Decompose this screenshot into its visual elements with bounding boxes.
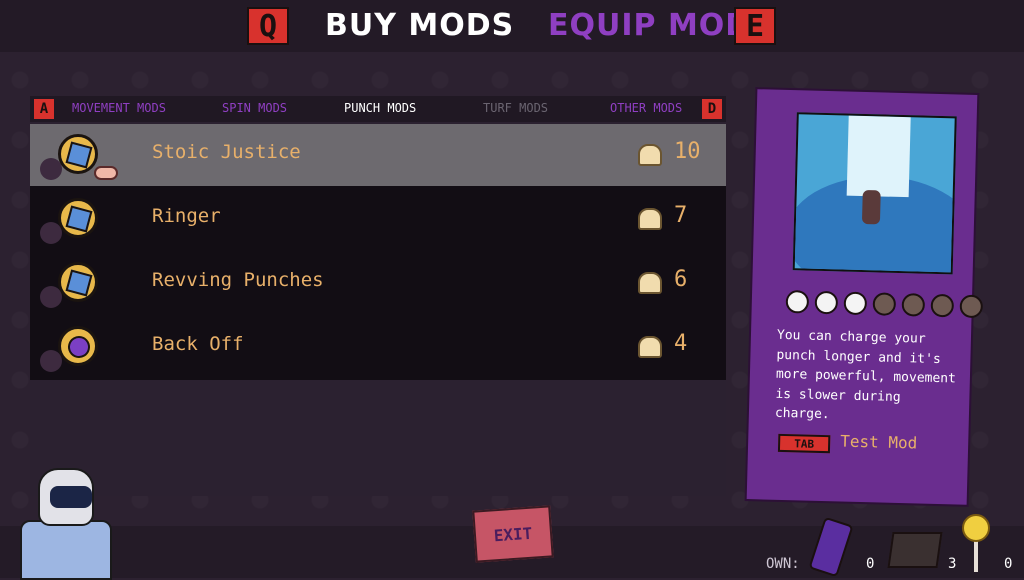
ringer-icon [58, 198, 98, 238]
mod-name: Stoic Justice [152, 141, 301, 163]
charge-level-meter [785, 290, 984, 319]
mod-price: 4 [674, 331, 688, 356]
d-key-badge[interactable]: D [702, 99, 722, 119]
mod-preview-image [792, 112, 957, 275]
mummy-mascot-icon [14, 468, 114, 580]
charge-dot [785, 290, 810, 314]
cake-count: 3 [948, 556, 957, 572]
own-label: OWN: [766, 556, 800, 572]
mod-detail-card: You can charge your punch longer and it'… [746, 89, 984, 505]
charge-dot [814, 290, 839, 315]
a-key-badge[interactable]: A [34, 99, 54, 119]
e-key-badge[interactable]: E [734, 7, 776, 45]
tab-other-mods[interactable]: OTHER MODS [610, 101, 682, 115]
exit-button[interactable]: EXIT [472, 505, 554, 563]
tab-turf-mods[interactable]: TURF MODS [483, 101, 548, 115]
mod-row-back-off[interactable]: Back Off 4 [30, 316, 726, 378]
back-off-icon [58, 326, 98, 366]
tab-spin-mods[interactable]: SPIN MODS [222, 101, 287, 115]
cake-currency-icon [638, 208, 662, 230]
mod-price: 6 [674, 267, 688, 292]
tab-key-badge[interactable]: TAB [777, 433, 831, 454]
cake-currency-icon [638, 144, 662, 166]
buy-mods-tab[interactable]: BUY MODS [325, 8, 514, 43]
lollipop-icon [962, 514, 990, 542]
test-mod-button[interactable]: Test Mod [840, 431, 918, 452]
mod-row-ringer[interactable]: Ringer 7 [30, 188, 726, 250]
cake-icon [887, 532, 943, 568]
mod-row-revving-punches[interactable]: Revving Punches 6 [30, 252, 726, 314]
mod-price: 7 [674, 203, 688, 228]
battery-count: 0 [866, 556, 875, 572]
tab-punch-mods[interactable]: PUNCH MODS [344, 101, 416, 115]
tab-movement-mods[interactable]: MOVEMENT MODS [72, 101, 166, 115]
charge-dot [901, 293, 926, 317]
mod-name: Revving Punches [152, 269, 324, 291]
mod-description: You can charge your punch longer and it'… [774, 327, 957, 423]
charge-dot [872, 292, 897, 316]
stoic-justice-icon [58, 134, 98, 174]
pointer-hand-icon [94, 166, 118, 180]
cake-currency-icon [638, 336, 662, 358]
mod-row-stoic-justice[interactable]: Stoic Justice 10 [30, 124, 726, 186]
charge-dot [930, 293, 955, 318]
mod-name: Ringer [152, 205, 221, 227]
mod-list: Stoic Justice 10 Ringer 7 Revving Punche… [30, 124, 726, 380]
charge-dot [843, 291, 868, 316]
mod-price: 10 [674, 139, 701, 164]
charge-dot [959, 294, 984, 319]
cake-currency-icon [638, 272, 662, 294]
q-key-badge[interactable]: Q [247, 7, 289, 45]
mod-name: Back Off [152, 333, 244, 355]
revving-punches-icon [58, 262, 98, 302]
lollipop-count: 0 [1004, 556, 1013, 572]
